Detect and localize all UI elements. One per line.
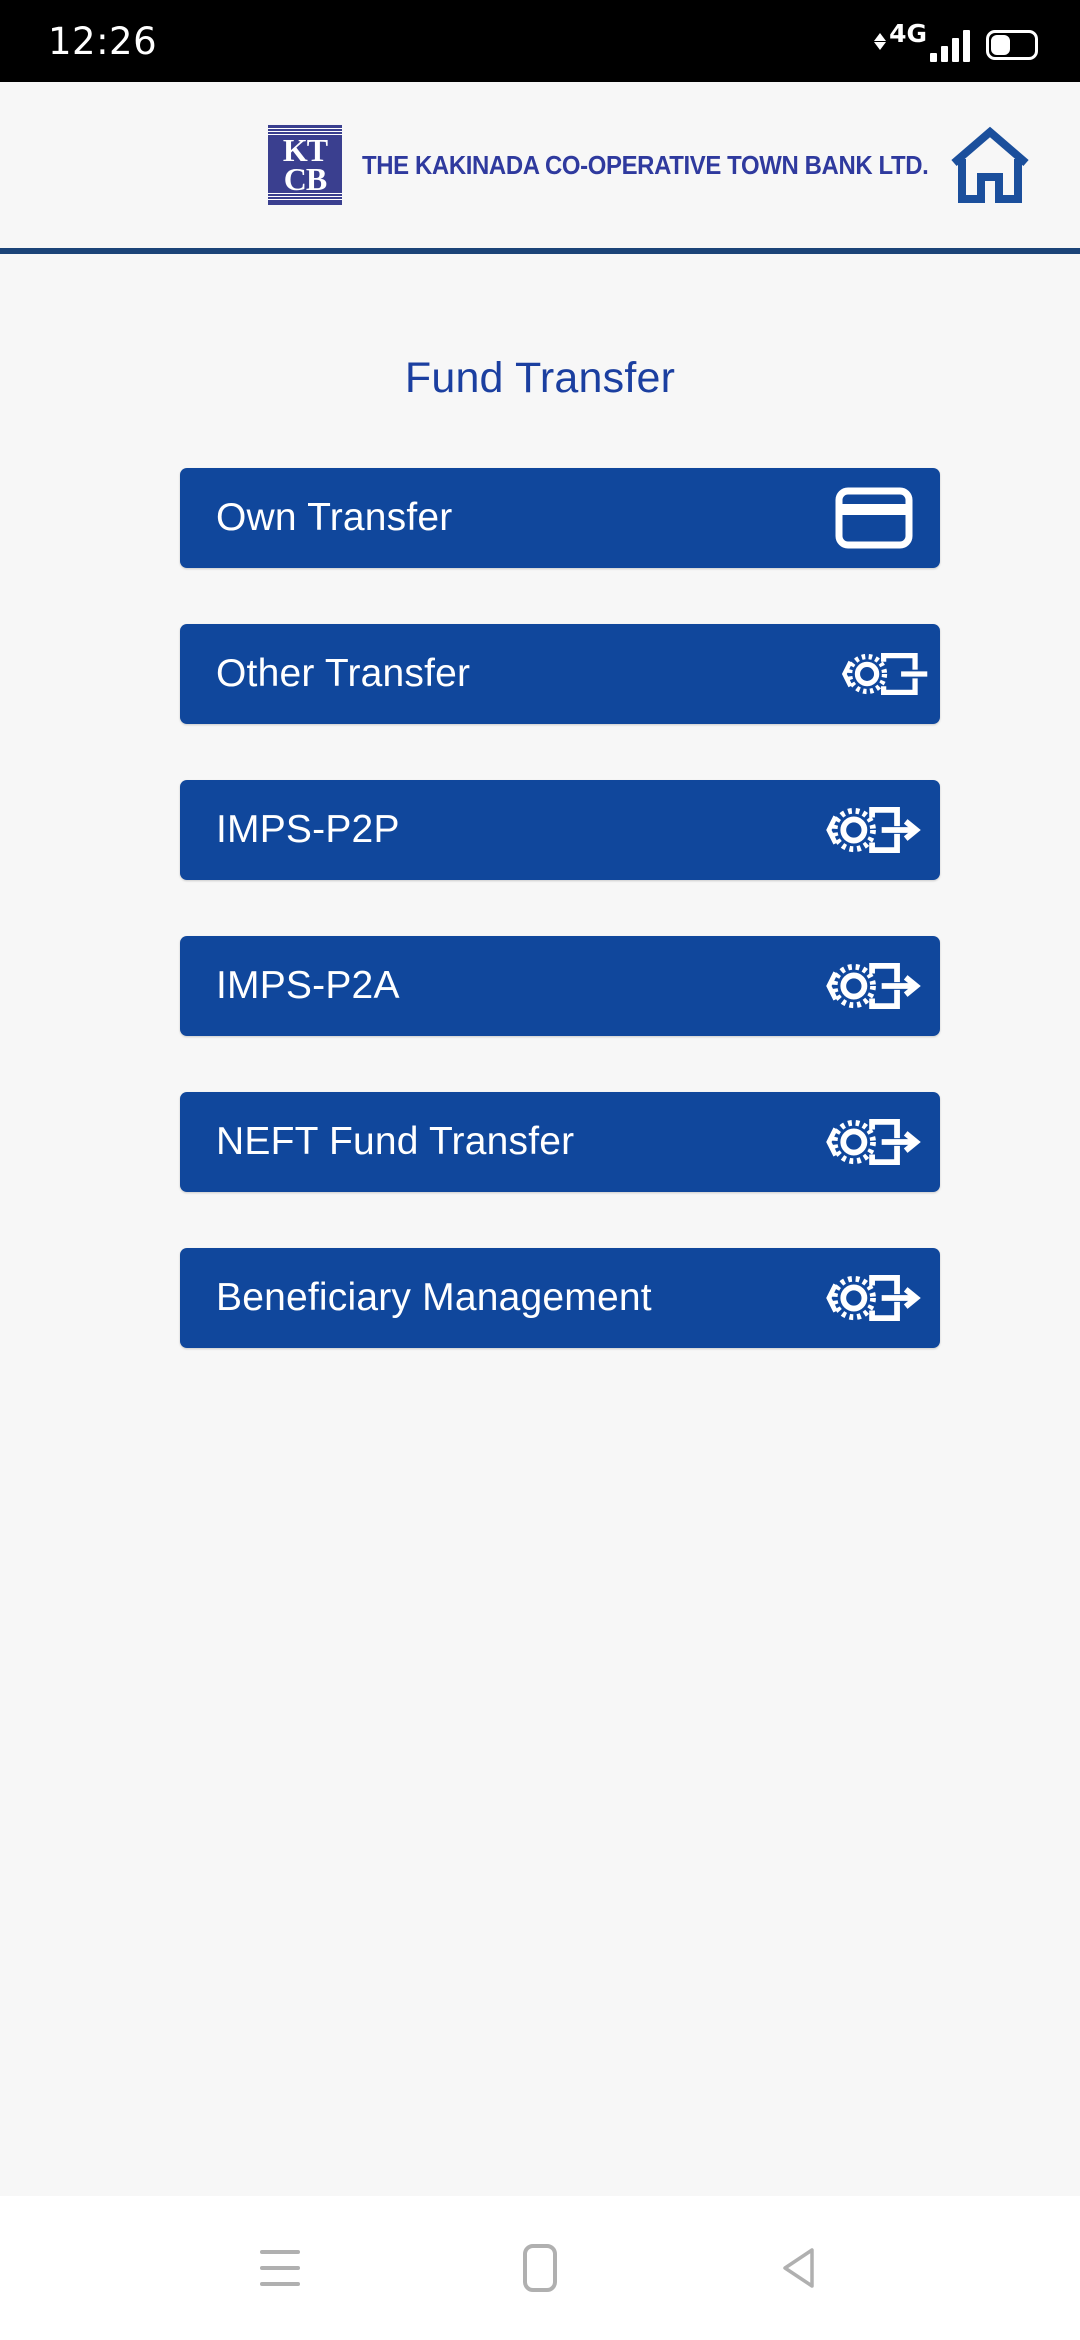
app-container: KT CB THE KAKINADA CO-OPERATIVE TOWN BAN… xyxy=(0,82,1080,2196)
home-icon xyxy=(951,126,1029,203)
fund-transfer-menu: Own Transfer Other Transfer IMPS-P2P IMP… xyxy=(0,468,1080,1348)
logo-line-2: CB xyxy=(283,161,327,197)
fund-transfer-icon xyxy=(826,1107,922,1177)
menu-item-label: IMPS-P2P xyxy=(216,808,400,851)
network-type-label: 4G xyxy=(889,18,927,48)
menu-item-label: NEFT Fund Transfer xyxy=(216,1120,575,1163)
signal-bars-icon xyxy=(930,29,970,62)
page-title: Fund Transfer xyxy=(404,354,676,402)
nav-back-button[interactable] xyxy=(745,2213,855,2323)
nav-home-button[interactable] xyxy=(485,2213,595,2323)
menu-item-beneficiary-management[interactable]: Beneficiary Management xyxy=(180,1248,940,1348)
bank-branding: KT CB THE KAKINADA CO-OPERATIVE TOWN BAN… xyxy=(268,125,978,205)
status-bar: 12:26 4G xyxy=(0,0,1080,82)
menu-item-label: Other Transfer xyxy=(216,652,471,695)
fund-transfer-icon xyxy=(840,639,936,709)
menu-item-label: Beneficiary Management xyxy=(216,1276,652,1319)
page-content: Fund Transfer Own Transfer Other Transfe… xyxy=(0,254,1080,2196)
network-indicator: 4G xyxy=(874,21,970,62)
status-indicators: 4G xyxy=(874,21,1038,62)
kctb-logo-icon: KT CB xyxy=(268,125,342,205)
app-header: KT CB THE KAKINADA CO-OPERATIVE TOWN BAN… xyxy=(0,82,1080,254)
menu-item-label: IMPS-P2A xyxy=(216,964,400,1007)
android-navigation-bar xyxy=(0,2196,1080,2340)
menu-item-imps-p2p[interactable]: IMPS-P2P xyxy=(180,780,940,880)
back-triangle-icon xyxy=(783,2248,814,2288)
menu-item-own-transfer[interactable]: Own Transfer xyxy=(180,468,940,568)
home-square-icon xyxy=(523,2244,557,2292)
phone-screen: 12:26 4G KT CB THE KAKINADA CO-OPERATIVE… xyxy=(0,0,1080,2340)
menu-item-label: Own Transfer xyxy=(216,496,453,539)
fund-transfer-icon xyxy=(826,795,922,865)
nav-recents-button[interactable] xyxy=(225,2213,335,2323)
menu-item-other-transfer[interactable]: Other Transfer xyxy=(180,624,940,724)
menu-item-imps-p2a[interactable]: IMPS-P2A xyxy=(180,936,940,1036)
credit-card-icon xyxy=(826,483,922,553)
menu-item-neft-fund-transfer[interactable]: NEFT Fund Transfer xyxy=(180,1092,940,1192)
bank-name: THE KAKINADA CO-OPERATIVE TOWN BANK LTD. xyxy=(362,149,929,180)
battery-icon xyxy=(986,29,1038,60)
data-transfer-arrows-icon xyxy=(874,32,887,50)
header-home-button[interactable] xyxy=(942,117,1038,213)
fund-transfer-icon xyxy=(826,951,922,1021)
hamburger-icon xyxy=(260,2250,300,2286)
fund-transfer-icon xyxy=(826,1263,922,1333)
status-clock: 12:26 xyxy=(48,19,158,63)
